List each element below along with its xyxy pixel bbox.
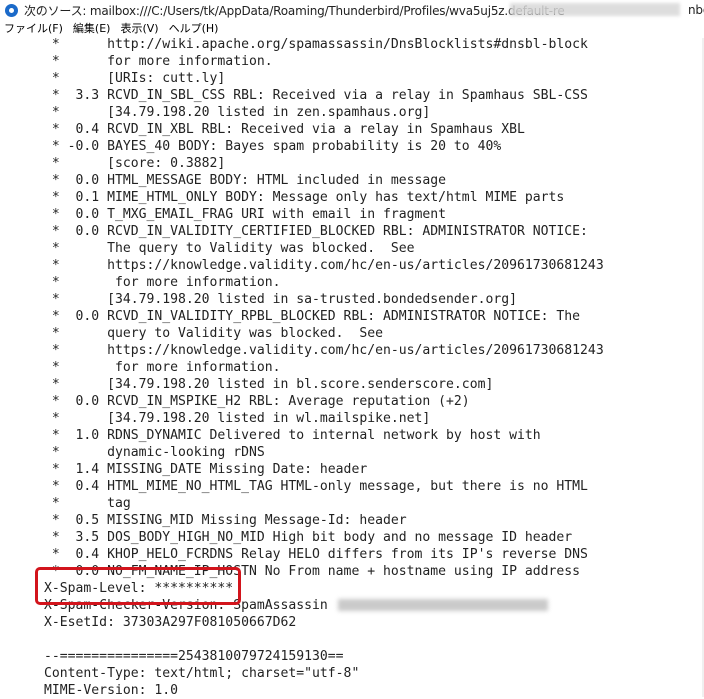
source-line: --===============2543810079724159130== — [44, 649, 344, 664]
source-line: * [URIs: cutt.ly] — [44, 71, 226, 86]
source-line: * 0.0 HTML_MESSAGE BODY: HTML included i… — [44, 173, 447, 188]
window-titlebar: 次のソース: mailbox:///C:/Users/tk/AppData/Ro… — [0, 0, 704, 20]
source-line: * -0.0 BAYES_40 BODY: Bayes spam probabi… — [44, 139, 502, 154]
source-line: MIME-Version: 1.0 — [44, 683, 179, 698]
source-line: * [34.79.198.20 listed in wl.mailspike.n… — [44, 411, 431, 426]
source-line: * tag — [44, 496, 131, 511]
source-line: * 3.3 RCVD_IN_SBL_CSS RBL: Received via … — [44, 88, 588, 103]
source-line: * for more information. — [44, 54, 273, 69]
source-line: * 0.5 MISSING_MID Missing Message-Id: he… — [44, 513, 407, 528]
source-line: * 0.4 HTML_MIME_NO_HTML_TAG HTML-only me… — [44, 479, 588, 494]
source-line: * 0.0 RCVD_IN_VALIDITY_CERTIFIED_BLOCKED… — [44, 224, 588, 239]
window-title: 次のソース: mailbox:///C:/Users/tk/AppData/Ro… — [24, 3, 565, 18]
source-line: * 1.0 RDNS_DYNAMIC Delivered to internal… — [44, 428, 541, 443]
source-line: * 0.1 MIME_HTML_ONLY BODY: Message only … — [44, 190, 565, 205]
source-line: * [34.79.198.20 listed in zen.spamhaus.o… — [44, 105, 431, 120]
redacted-title-segment — [510, 3, 680, 16]
source-line: * [34.79.198.20 listed in sa-trusted.bon… — [44, 292, 517, 307]
spam-level-highlight — [35, 567, 241, 605]
redacted-checker-version — [338, 599, 548, 611]
source-line: * 0.0 RCVD_IN_VALIDITY_RPBL_BLOCKED RBL:… — [44, 309, 581, 324]
source-line: X-EsetId: 37303A297F081050667D62 — [44, 615, 297, 630]
source-line: * for more information. — [44, 360, 281, 375]
window-title-suffix: nbo — [688, 3, 704, 17]
source-line: * The query to Validity was blocked. See — [44, 241, 415, 256]
source-line: * 0.0 T_MXG_EMAIL_FRAG URI with email in… — [44, 207, 447, 222]
source-line: * dynamic-looking rDNS — [44, 445, 265, 460]
source-line: * 1.4 MISSING_DATE Missing Date: header — [44, 462, 368, 477]
source-line: * [34.79.198.20 listed in bl.score.sende… — [44, 377, 494, 392]
source-line: * 0.4 KHOP_HELO_FCRDNS Relay HELO differ… — [44, 547, 588, 562]
source-line: * query to Validity was blocked. See — [44, 326, 383, 341]
source-line: * https://knowledge.validity.com/hc/en-u… — [44, 258, 604, 273]
source-line: * for more information. — [44, 275, 281, 290]
source-line: * http://wiki.apache.org/spamassassin/Dn… — [44, 37, 588, 52]
source-line: * 0.4 RCVD_IN_XBL RBL: Received via a re… — [44, 122, 525, 137]
source-line: Content-Type: text/html; charset="utf-8" — [44, 666, 360, 681]
source-line: * [score: 0.3882] — [44, 156, 226, 171]
source-line: * 0.0 RCVD_IN_MSPIKE_H2 RBL: Average rep… — [44, 394, 470, 409]
thunderbird-app-icon — [5, 3, 18, 17]
source-line: * https://knowledge.validity.com/hc/en-u… — [44, 343, 604, 358]
source-line: * 3.5 DOS_BODY_HIGH_NO_MID High bit body… — [44, 530, 573, 545]
